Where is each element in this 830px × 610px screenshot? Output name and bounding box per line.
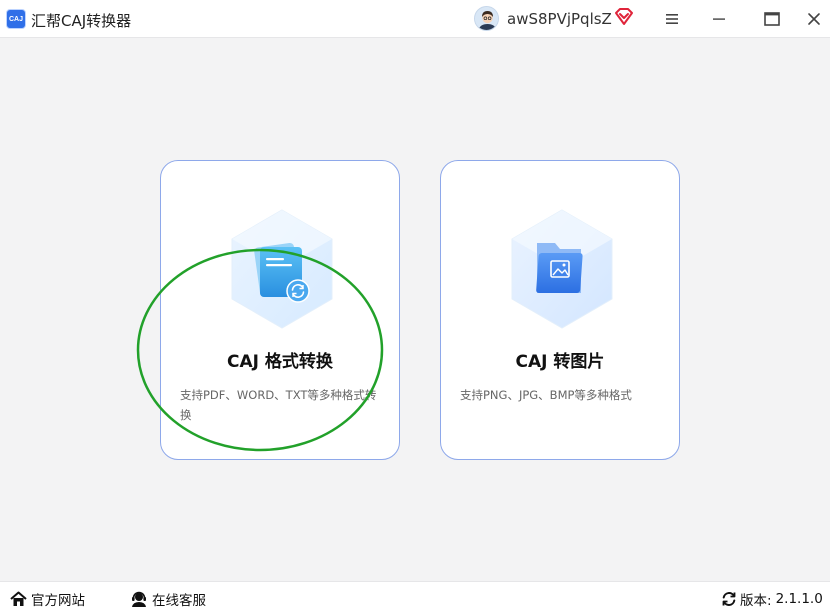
caj-format-convert-card[interactable]: CAJ 格式转换 支持PDF、WORD、TXT等多种格式转换 — [160, 160, 400, 460]
headset-icon — [132, 591, 146, 607]
official-site-label: 官方网站 — [31, 593, 85, 609]
caj-logo-icon: CAJ — [6, 9, 26, 29]
home-icon — [10, 591, 27, 606]
menu-button[interactable] — [657, 5, 687, 33]
avatar[interactable] — [474, 6, 499, 31]
card-description: 支持PDF、WORD、TXT等多种格式转换 — [180, 388, 377, 422]
card-title: CAJ 转图片 — [515, 352, 605, 372]
card-description: 支持PNG、JPG、BMP等多种格式 — [460, 388, 632, 402]
online-service-label: 在线客服 — [152, 593, 206, 609]
refresh-icon — [722, 592, 736, 606]
online-service-link[interactable]: 在线客服 — [130, 589, 206, 609]
app-title: 汇帮CAJ转换器 — [31, 12, 132, 30]
minimize-button[interactable] — [704, 5, 734, 33]
document-convert-icon — [227, 207, 337, 333]
vip-diamond-icon[interactable] — [614, 8, 634, 26]
version-label: 版本: — [740, 593, 772, 609]
card-title: CAJ 格式转换 — [227, 352, 333, 372]
close-icon — [808, 13, 820, 25]
version-info: 版本: 2.1.1.0 — [721, 589, 823, 609]
close-button[interactable] — [799, 5, 829, 33]
hamburger-menu-icon — [666, 14, 678, 24]
caj-to-image-card[interactable]: CAJ 转图片 支持PNG、JPG、BMP等多种格式 — [440, 160, 680, 460]
maximize-button[interactable] — [757, 5, 787, 33]
minimize-icon — [713, 18, 725, 20]
image-folder-icon — [507, 207, 617, 333]
version-number: 2.1.1.0 — [775, 591, 823, 607]
maximize-icon — [764, 12, 780, 26]
status-bar: 官方网站 在线客服 版本: 2.1.1.0 — [0, 581, 830, 610]
official-site-link[interactable]: 官方网站 — [10, 589, 85, 609]
username[interactable]: awS8PVjPqlsZ — [507, 10, 612, 28]
app-logo-text: CAJ — [8, 15, 23, 23]
title-bar: CAJ 汇帮CAJ转换器 awS8PVjPqlsZ — [0, 0, 830, 38]
